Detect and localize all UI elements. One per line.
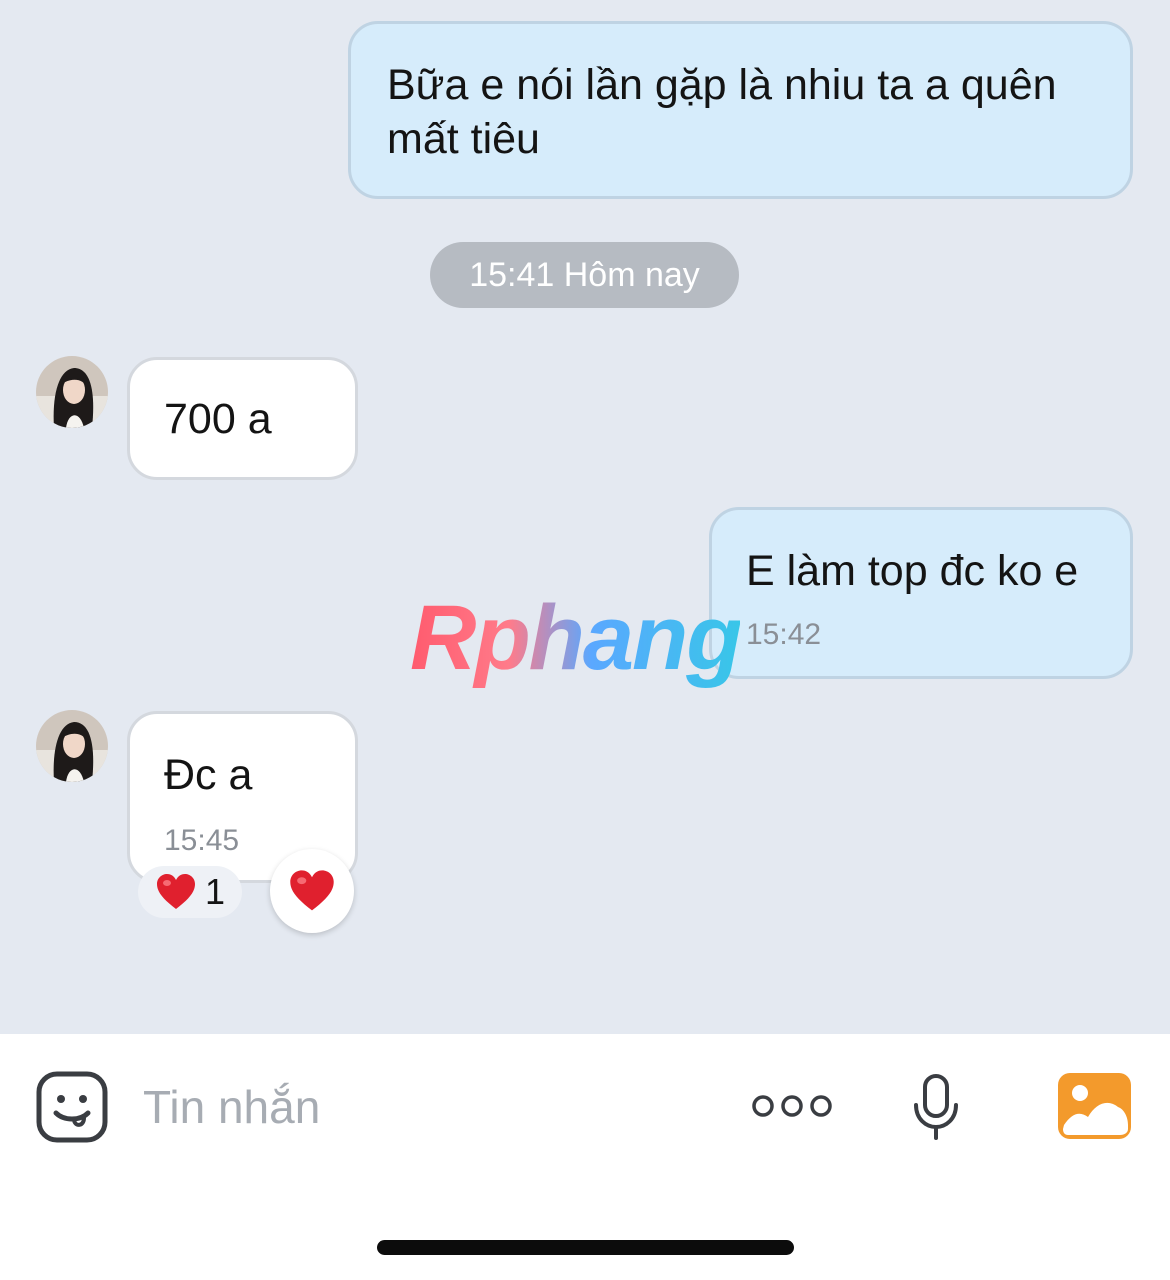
message-text: Đc a <box>164 751 253 799</box>
message-text: E làm top đc ko e <box>746 547 1079 595</box>
photo-button[interactable] <box>1058 1073 1131 1139</box>
avatar-image <box>36 356 108 428</box>
heart-icon <box>156 874 195 909</box>
message-text: Bữa e nói lần gặp là nhiu ta a quên mất … <box>387 61 1057 163</box>
reaction-summary[interactable]: 1 <box>138 866 242 918</box>
heart-icon <box>290 870 334 911</box>
reaction-count: 1 <box>204 871 226 912</box>
time-separator-label: 15:41 Hôm nay <box>469 255 700 294</box>
message-bubble-incoming[interactable]: 700 a <box>127 357 358 480</box>
photo-icon <box>1058 1073 1131 1139</box>
home-indicator[interactable] <box>377 1240 794 1255</box>
more-button[interactable] <box>751 1092 833 1120</box>
react-heart-button[interactable] <box>270 849 354 933</box>
more-icon <box>752 1095 832 1117</box>
message-timestamp: 15:42 <box>746 618 822 651</box>
microphone-icon <box>914 1074 958 1140</box>
time-separator: 15:41 Hôm nay <box>430 242 739 308</box>
message-input[interactable]: Tin nhắn <box>143 1080 320 1134</box>
message-input-placeholder: Tin nhắn <box>143 1081 321 1133</box>
sticker-button[interactable] <box>36 1071 108 1143</box>
watermark-logo: Rphang <box>410 587 742 689</box>
message-bubble-outgoing[interactable]: Bữa e nói lần gặp là nhiu ta a quên mất … <box>348 21 1133 199</box>
voice-button[interactable] <box>912 1073 960 1141</box>
contact-avatar[interactable] <box>36 710 108 782</box>
contact-avatar[interactable] <box>36 356 108 428</box>
avatar-image <box>36 710 108 782</box>
message-text: 700 a <box>164 395 272 443</box>
sticker-icon <box>36 1071 108 1143</box>
message-bubble-outgoing[interactable]: E làm top đc ko e 15:42 <box>709 507 1133 679</box>
